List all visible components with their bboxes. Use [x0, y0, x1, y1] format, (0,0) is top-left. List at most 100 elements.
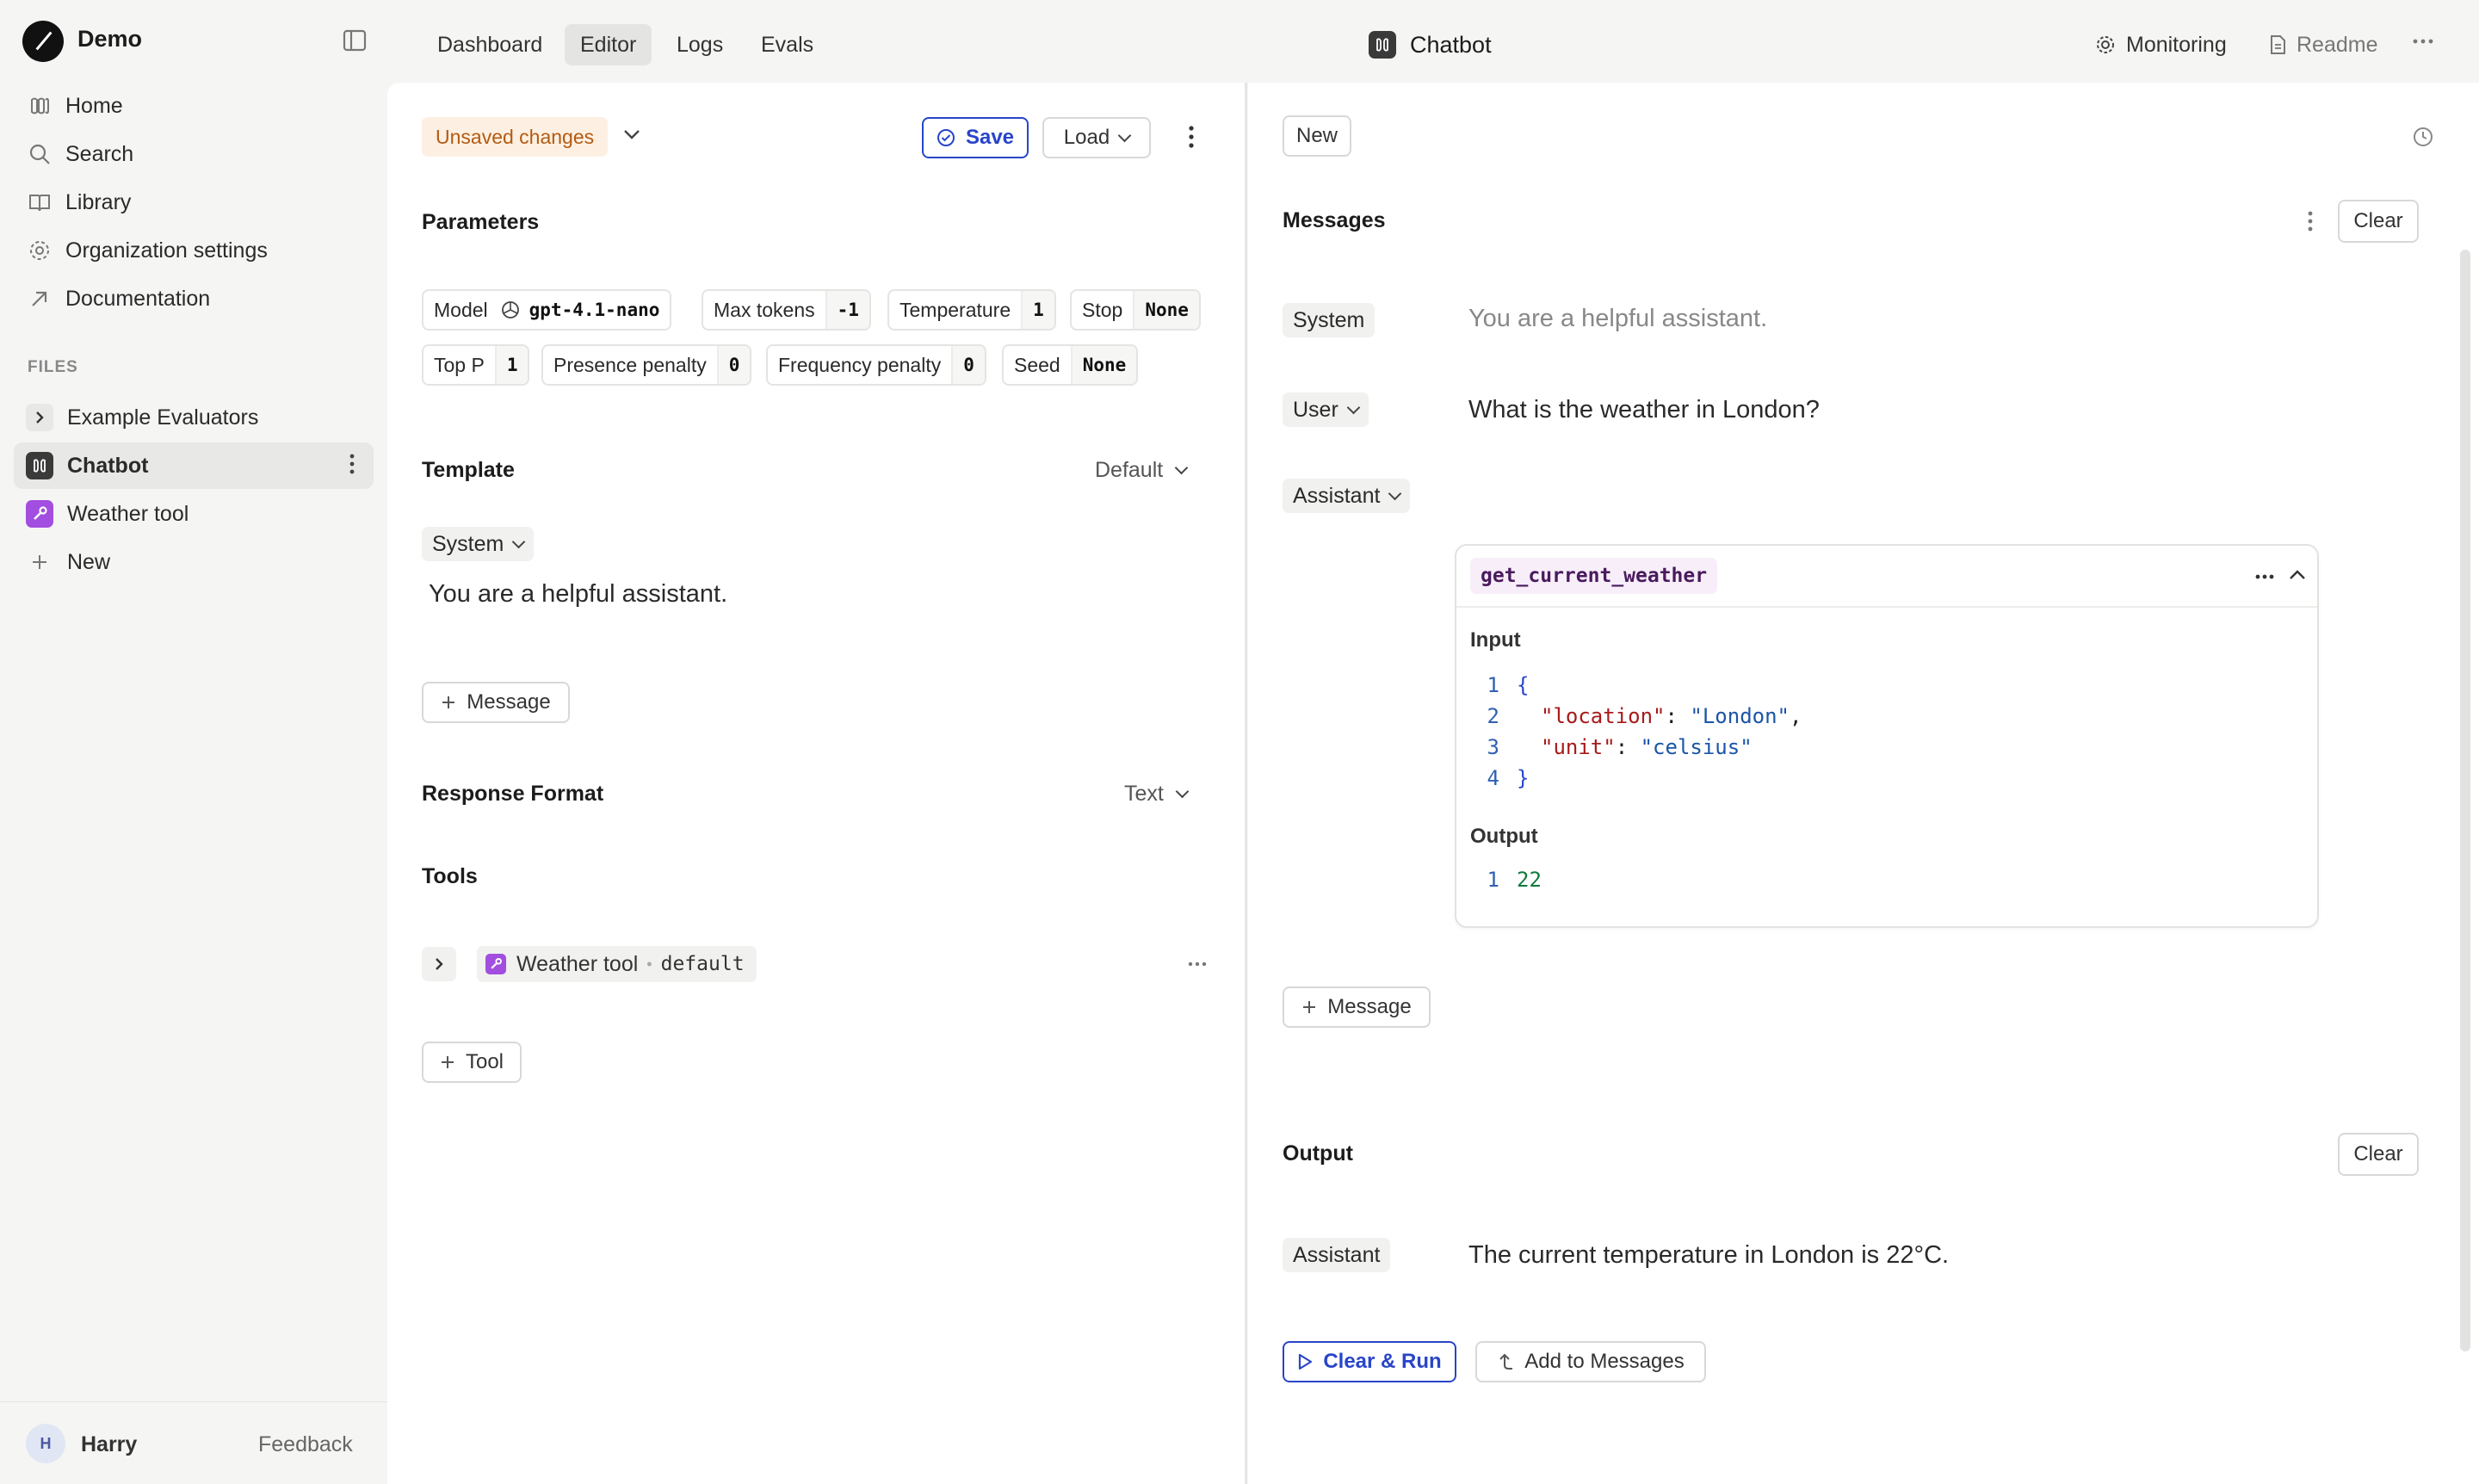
tool-weather-tool[interactable]: Weather tool • default	[477, 946, 757, 982]
nav-home[interactable]: Home	[14, 83, 374, 129]
message-system-text[interactable]: You are a helpful assistant.	[1468, 305, 1767, 333]
avatar[interactable]: H	[26, 1424, 65, 1463]
add-tool-label: Tool	[465, 1050, 504, 1073]
message-role-system-label: System	[1293, 307, 1365, 332]
nav-organization-settings-label: Organization settings	[65, 238, 268, 263]
code-colon: :	[1615, 735, 1641, 759]
add-message-label: Message	[467, 690, 551, 714]
code-brace: {	[1517, 673, 1530, 697]
param-top-p[interactable]: Top P 1	[422, 344, 530, 386]
plus-icon	[441, 695, 456, 710]
param-frequency-penalty-value: 0	[951, 346, 985, 384]
response-format-select[interactable]: Text	[1124, 782, 1190, 807]
output-role-label: Assistant	[1293, 1242, 1381, 1267]
editor-menu-icon[interactable]	[1188, 125, 1195, 149]
message-role-user[interactable]: User	[1283, 393, 1369, 427]
tab-logs[interactable]: Logs	[661, 24, 739, 65]
unsaved-dropdown-icon[interactable]	[621, 127, 642, 141]
clear-output-button[interactable]: Clear	[2338, 1133, 2419, 1176]
monitoring-link[interactable]: Monitoring	[2095, 24, 2227, 65]
clear-messages-button[interactable]: Clear	[2338, 200, 2419, 243]
feedback-link[interactable]: Feedback	[258, 1432, 353, 1457]
nav-organization-settings[interactable]: Organization settings	[14, 227, 374, 274]
add-to-messages-button[interactable]: Add to Messages	[1475, 1341, 1706, 1382]
code-key: "unit"	[1541, 735, 1616, 759]
tab-editor[interactable]: Editor	[565, 24, 652, 65]
file-chatbot[interactable]: Chatbot	[14, 442, 374, 489]
param-frequency-penalty[interactable]: Frequency penalty 0	[766, 344, 986, 386]
tab-evals[interactable]: Evals	[745, 24, 829, 65]
toggle-sidebar-icon[interactable]	[343, 29, 367, 52]
code-line: 2 "location" : "London" ,	[1474, 701, 1802, 732]
param-model-value: gpt-4.1-nano	[498, 291, 671, 329]
add-chat-message-button[interactable]: Message	[1283, 986, 1431, 1028]
load-button[interactable]: Load	[1042, 117, 1151, 158]
code-line: 4 }	[1474, 763, 1802, 794]
sidebar: Demo Home Search Library Organization se…	[0, 0, 387, 1484]
param-presence-penalty[interactable]: Presence penalty 0	[541, 344, 752, 386]
param-temperature[interactable]: Temperature 1	[887, 289, 1056, 331]
param-stop[interactable]: Stop None	[1070, 289, 1201, 331]
more-options-icon[interactable]	[2412, 38, 2434, 45]
monitoring-label: Monitoring	[2126, 32, 2227, 57]
home-icon	[28, 94, 52, 118]
readme-link[interactable]: Readme	[2269, 24, 2378, 65]
template-role-select[interactable]: System	[422, 527, 535, 561]
message-role-assistant[interactable]: Assistant	[1283, 479, 1411, 513]
new-chat-button[interactable]: New	[1283, 115, 1351, 157]
chat-scrollbar[interactable]	[2460, 250, 2470, 1351]
save-button[interactable]: Save	[922, 117, 1029, 158]
chevron-right-icon[interactable]	[26, 404, 53, 431]
tool-expand-button[interactable]	[422, 947, 456, 981]
add-message-button[interactable]: Message	[422, 682, 570, 723]
clear-and-run-button[interactable]: Clear & Run	[1283, 1341, 1456, 1382]
messages-menu-icon[interactable]	[2307, 210, 2314, 232]
file-example-evaluators[interactable]: Example Evaluators	[14, 394, 374, 441]
add-to-messages-label: Add to Messages	[1524, 1350, 1685, 1373]
document-icon	[2269, 34, 2286, 55]
message-role-system: System	[1283, 303, 1376, 337]
param-seed[interactable]: Seed None	[1002, 344, 1139, 386]
load-label: Load	[1063, 126, 1110, 149]
nav-library[interactable]: Library	[14, 179, 374, 226]
param-max-tokens-key: Max tokens	[714, 298, 815, 321]
tab-dashboard[interactable]: Dashboard	[422, 24, 558, 65]
clear-output-label: Clear	[2353, 1142, 2403, 1166]
tool-name: Weather tool	[516, 951, 639, 976]
collapse-icon[interactable]	[2288, 568, 2307, 582]
page-title-text: Chatbot	[1410, 31, 1492, 58]
template-system-text[interactable]: You are a helpful assistant.	[429, 580, 727, 609]
param-model[interactable]: Model gpt-4.1-nano	[422, 289, 672, 331]
tool-output-label: Output	[1470, 825, 1538, 848]
param-seed-value: None	[1070, 346, 1137, 384]
check-circle-icon	[937, 128, 955, 147]
template-title: Template	[422, 458, 515, 482]
tool-menu-icon[interactable]	[1188, 961, 1207, 968]
app-logo[interactable]	[22, 21, 64, 62]
panel-resize-handle[interactable]	[1245, 83, 1247, 1484]
nav-search[interactable]: Search	[14, 131, 374, 177]
message-role-assistant-label: Assistant	[1293, 483, 1381, 508]
message-user-text[interactable]: What is the weather in London?	[1468, 396, 1820, 424]
output-role-assistant: Assistant	[1283, 1238, 1391, 1272]
tool-call-name: get_current_weather	[1470, 558, 1718, 594]
tool-output-code[interactable]: 1 22	[1474, 864, 1542, 895]
user-name[interactable]: Harry	[81, 1432, 137, 1457]
app-name[interactable]: Demo	[77, 26, 142, 53]
template-select[interactable]: Default	[1095, 458, 1189, 483]
chevron-down-icon	[512, 535, 526, 548]
nav-documentation[interactable]: Documentation	[14, 275, 374, 322]
chevron-down-icon	[1174, 461, 1189, 475]
param-max-tokens[interactable]: Max tokens -1	[702, 289, 871, 331]
add-tool-button[interactable]: Tool	[422, 1042, 522, 1083]
file-chatbot-menu-icon[interactable]	[349, 453, 355, 475]
code-comma: ,	[1790, 704, 1802, 728]
tool-call-menu-icon[interactable]	[2255, 573, 2274, 580]
template-role-label: System	[432, 531, 504, 556]
file-new[interactable]: New	[14, 539, 374, 585]
param-temperature-value: 1	[1021, 291, 1054, 329]
tool-input-code[interactable]: 1 { 2 "location" : "London" , 3 "unit" :…	[1474, 670, 1802, 794]
line-number: 1	[1487, 868, 1499, 892]
file-weather-tool[interactable]: Weather tool	[14, 491, 374, 537]
history-icon[interactable]	[2412, 126, 2434, 148]
